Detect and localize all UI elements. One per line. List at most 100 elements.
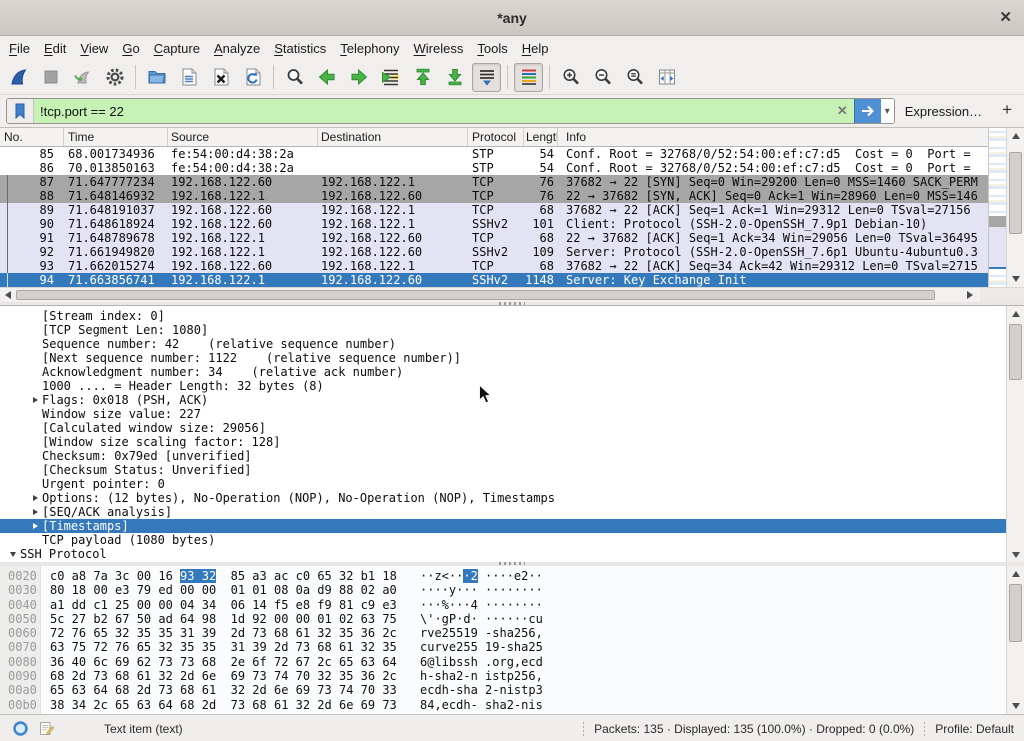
menu-tools[interactable]: Tools	[470, 38, 514, 59]
hex-row[interactable]: 00a065 63 64 68 2d 73 68 61 32 2d 6e 69 …	[0, 683, 1024, 697]
capture-comment-icon[interactable]	[36, 719, 56, 739]
detail-line[interactable]: [Timestamps]	[0, 519, 1024, 533]
menu-statistics[interactable]: Statistics	[267, 38, 333, 59]
packet-list-hscrollbar[interactable]	[0, 287, 980, 302]
scroll-up-icon[interactable]	[1007, 129, 1024, 143]
display-filter-input[interactable]: !tcp.port == 22 ✕ ▾	[6, 98, 895, 124]
detail-line[interactable]: Flags: 0x018 (PSH, ACK)	[0, 393, 1024, 407]
detail-line[interactable]: [SEQ/ACK analysis]	[0, 505, 1024, 519]
menu-capture[interactable]: Capture	[147, 38, 207, 59]
apply-filter-button[interactable]	[854, 99, 881, 123]
scroll-up-icon[interactable]	[1007, 567, 1024, 581]
reload-file-button[interactable]	[238, 63, 267, 92]
filter-text[interactable]: !tcp.port == 22	[34, 99, 831, 123]
scroll-right-icon[interactable]	[962, 288, 978, 302]
detail-line[interactable]: Sequence number: 42 (relative sequence n…	[0, 337, 1024, 351]
bookmark-icon[interactable]	[7, 99, 34, 123]
profile-status[interactable]: Profile: Default	[935, 722, 1014, 736]
detail-line[interactable]: [Calculated window size: 29056]	[0, 421, 1024, 435]
column-header-source[interactable]: Source	[168, 128, 318, 146]
stop-capture-button[interactable]	[36, 63, 65, 92]
zoom-out-button[interactable]	[588, 63, 617, 92]
expand-icon[interactable]	[28, 509, 42, 515]
column-header-no[interactable]: No.	[0, 128, 64, 146]
go-back-button[interactable]	[312, 63, 341, 92]
expand-icon[interactable]	[28, 495, 42, 501]
go-forward-button[interactable]	[344, 63, 373, 92]
start-capture-button[interactable]	[4, 63, 33, 92]
hex-row[interactable]: 00505c 27 b2 67 50 ad 64 98 1d 92 00 00 …	[0, 612, 1024, 626]
open-file-button[interactable]	[142, 63, 171, 92]
resize-columns-button[interactable]	[652, 63, 681, 92]
collapse-icon[interactable]	[6, 552, 20, 557]
menu-edit[interactable]: Edit	[37, 38, 73, 59]
menu-go[interactable]: Go	[115, 38, 146, 59]
zoom-in-button[interactable]	[556, 63, 585, 92]
packet-row[interactable]: 9171.648789678192.168.122.1192.168.122.6…	[0, 231, 988, 245]
go-to-packet-button[interactable]	[376, 63, 405, 92]
scroll-up-icon[interactable]	[1007, 307, 1024, 321]
packet-row[interactable]: 9371.662015274192.168.122.60192.168.122.…	[0, 259, 988, 273]
detail-line[interactable]: [Next sequence number: 1122 (relative se…	[0, 351, 1024, 365]
packet-row[interactable]: 8971.648191037192.168.122.60192.168.122.…	[0, 203, 988, 217]
expand-icon[interactable]	[28, 523, 42, 529]
column-header-length[interactable]: Length	[524, 128, 558, 146]
expand-icon[interactable]	[28, 397, 42, 403]
detail-line[interactable]: Urgent pointer: 0	[0, 477, 1024, 491]
scroll-down-icon[interactable]	[1007, 699, 1024, 713]
expert-info-icon[interactable]	[10, 719, 30, 739]
filter-dropdown-caret-icon[interactable]: ▾	[881, 99, 894, 123]
hex-row[interactable]: 0040a1 dd c1 25 00 00 04 34 06 14 f5 e8 …	[0, 598, 1024, 612]
find-packet-button[interactable]	[280, 63, 309, 92]
colorize-button[interactable]	[514, 63, 543, 92]
menu-telephony[interactable]: Telephony	[333, 38, 406, 59]
hex-row[interactable]: 00b038 34 2c 65 63 64 68 2d 73 68 61 32 …	[0, 698, 1024, 712]
detail-line[interactable]: SSH Protocol	[0, 547, 1024, 561]
scroll-down-icon[interactable]	[1007, 548, 1024, 562]
detail-line[interactable]: Options: (12 bytes), No-Operation (NOP),…	[0, 491, 1024, 505]
menu-view[interactable]: View	[73, 38, 115, 59]
expression-button[interactable]: Expression…	[905, 104, 982, 119]
detail-line[interactable]: 1000 .... = Header Length: 32 bytes (8)	[0, 379, 1024, 393]
capture-options-button[interactable]	[100, 63, 129, 92]
detail-line[interactable]: TCP payload (1080 bytes)	[0, 533, 1024, 547]
detail-line[interactable]: [Stream index: 0]	[0, 309, 1024, 323]
save-file-button[interactable]	[174, 63, 203, 92]
scrollbar-thumb[interactable]	[1009, 584, 1022, 642]
packet-list-scrollbar[interactable]	[1006, 128, 1024, 287]
packet-row[interactable]: 9271.661949820192.168.122.1192.168.122.6…	[0, 245, 988, 259]
detail-line[interactable]: [Checksum Status: Unverified]	[0, 463, 1024, 477]
packet-row[interactable]: 9471.663856741192.168.122.1192.168.122.6…	[0, 273, 988, 287]
hex-row[interactable]: 008036 40 6c 69 62 73 73 68 2e 6f 72 67 …	[0, 655, 1024, 669]
scroll-down-icon[interactable]	[1007, 272, 1024, 286]
titlebar[interactable]: *any ✕	[0, 0, 1024, 36]
packet-row[interactable]: 9071.648618924192.168.122.60192.168.122.…	[0, 217, 988, 231]
auto-scroll-button[interactable]	[472, 63, 501, 92]
column-header-time[interactable]: Time	[64, 128, 168, 146]
add-filter-button[interactable]: +	[996, 100, 1018, 122]
scrollbar-thumb[interactable]	[1009, 324, 1022, 380]
menu-wireless[interactable]: Wireless	[407, 38, 471, 59]
hex-row[interactable]: 003080 18 00 e3 79 ed 00 00 01 01 08 0a …	[0, 583, 1024, 597]
menu-analyze[interactable]: Analyze	[207, 38, 267, 59]
go-to-bottom-button[interactable]	[440, 63, 469, 92]
close-file-button[interactable]	[206, 63, 235, 92]
hex-row[interactable]: 0020c0 a8 7a 3c 00 16 93 32 85 a3 ac c0 …	[0, 569, 1024, 583]
restart-capture-button[interactable]	[68, 63, 97, 92]
column-header-destination[interactable]: Destination	[318, 128, 468, 146]
go-to-top-button[interactable]	[408, 63, 437, 92]
hex-row[interactable]: 007063 75 72 76 65 32 35 35 31 39 2d 73 …	[0, 640, 1024, 654]
clear-filter-icon[interactable]: ✕	[831, 99, 854, 123]
hex-row[interactable]: 006072 76 65 32 35 35 31 39 2d 73 68 61 …	[0, 626, 1024, 640]
column-header-protocol[interactable]: Protocol	[468, 128, 524, 146]
detail-scrollbar[interactable]	[1006, 306, 1024, 562]
menu-help[interactable]: Help	[515, 38, 556, 59]
scrollbar-thumb[interactable]	[1009, 152, 1022, 234]
zoom-original-button[interactable]	[620, 63, 649, 92]
packet-row[interactable]: 8871.648146932192.168.122.1192.168.122.6…	[0, 189, 988, 203]
detail-line[interactable]: [Window size scaling factor: 128]	[0, 435, 1024, 449]
detail-line[interactable]: [TCP Segment Len: 1080]	[0, 323, 1024, 337]
hscrollbar-thumb[interactable]	[16, 290, 935, 300]
hex-row[interactable]: 009068 2d 73 68 61 32 2d 6e 69 73 74 70 …	[0, 669, 1024, 683]
column-header-info[interactable]: Info	[558, 128, 988, 146]
